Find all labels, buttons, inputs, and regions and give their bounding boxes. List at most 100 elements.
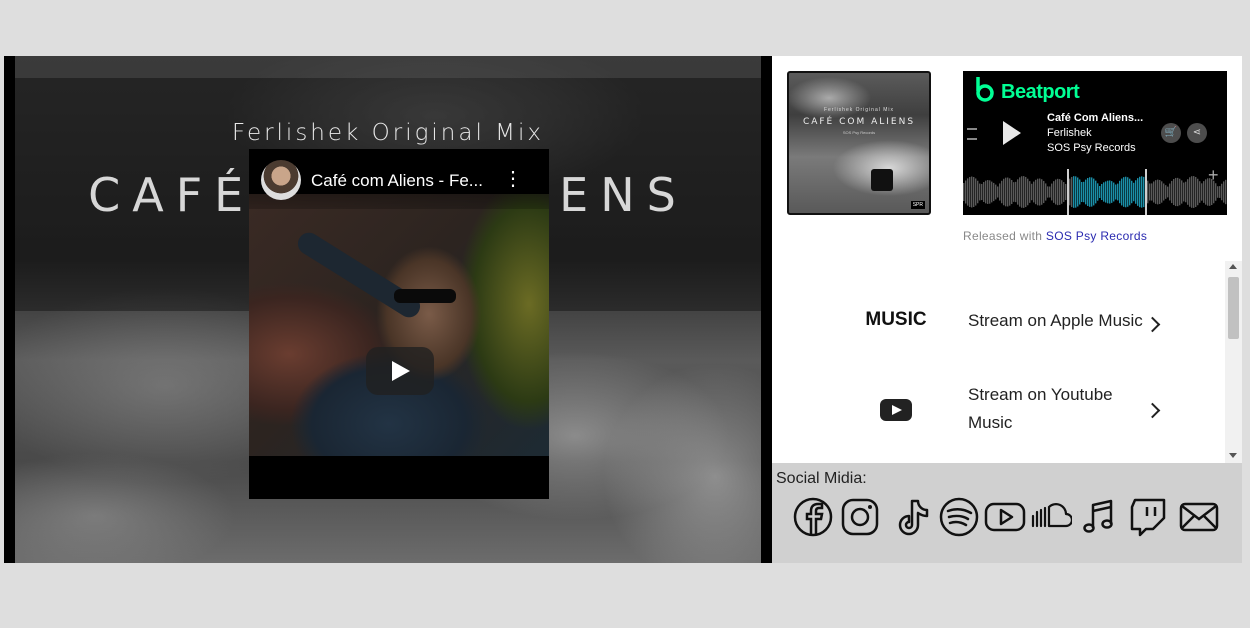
chevron-right-icon[interactable] <box>1144 402 1161 419</box>
waveform-bar <box>1221 183 1223 201</box>
waveform-bar <box>963 183 965 201</box>
waveform-bar <box>1081 181 1083 203</box>
social-media-bar: Social Midia: <box>772 463 1242 563</box>
twitch-icon[interactable] <box>1127 496 1169 538</box>
waveform-bar <box>1143 176 1145 208</box>
waveform-bar <box>991 181 993 203</box>
waveform-bar <box>1207 178 1209 206</box>
scroll-up-arrow[interactable] <box>1229 264 1237 269</box>
waveform-bar <box>1133 182 1135 202</box>
waveform-bar <box>1129 178 1131 206</box>
beatport-artist[interactable]: Ferlishek <box>1047 127 1092 139</box>
waveform-bar <box>1165 185 1167 199</box>
waveform-bar <box>1019 177 1021 207</box>
waveform-bar <box>1181 180 1183 204</box>
waveform-bar <box>1089 177 1091 207</box>
beatport-track-title[interactable]: Café Com Aliens... <box>1047 112 1143 124</box>
youtube-icon[interactable] <box>984 496 1026 538</box>
waveform-bar <box>989 180 991 204</box>
waveform-bar <box>1047 186 1049 198</box>
waveform-bar <box>1035 179 1037 205</box>
spotify-icon[interactable] <box>938 496 980 538</box>
album-cover[interactable]: Ferlishek Original Mix CAFÉ COM ALIENS S… <box>787 71 931 215</box>
waveform-bar <box>1199 181 1201 203</box>
share-icon[interactable]: ⋖ <box>1187 123 1207 143</box>
waveform-bar <box>1161 181 1163 203</box>
playlist-icon[interactable] <box>967 128 977 140</box>
youtube-play-button[interactable] <box>366 347 434 395</box>
waveform-bar <box>985 180 987 204</box>
waveform-bar <box>977 180 979 204</box>
waveform-bar <box>1141 176 1143 208</box>
beatport-waveform[interactable] <box>963 169 1227 215</box>
waveform-bar <box>971 176 973 208</box>
more-vert-icon[interactable]: ⋮ <box>503 169 523 191</box>
youtube-video-title[interactable]: Café com Aliens - Fe... <box>311 171 501 191</box>
waveform-bar <box>1039 178 1041 206</box>
stream-youtube-music[interactable]: Stream on Youtube Music <box>772 381 1224 461</box>
waveform-bar <box>1113 182 1115 202</box>
released-with: Released with SOS Psy Records <box>963 229 1147 243</box>
youtube-icon <box>880 399 912 421</box>
beatport-brand[interactable]: Beatport <box>1001 81 1080 104</box>
waveform-bar <box>967 178 969 206</box>
channel-avatar[interactable] <box>261 160 301 200</box>
waveform-bar <box>1093 178 1095 206</box>
waveform-bar <box>1077 177 1079 207</box>
waveform-bar <box>1051 183 1053 201</box>
tiktok-icon[interactable] <box>890 496 932 538</box>
waveform-bar <box>1203 181 1205 203</box>
chevron-right-icon[interactable] <box>1144 316 1161 333</box>
streaming-scrollbar[interactable] <box>1225 261 1242 463</box>
waveform-bar <box>979 183 981 201</box>
beatport-label[interactable]: SOS Psy Records <box>1047 142 1136 154</box>
youtube-embed[interactable]: Café com Aliens - Fe... ⋮ <box>249 149 549 499</box>
waveform-bar <box>1021 176 1023 208</box>
waveform-bar <box>1011 179 1013 205</box>
mail-icon[interactable] <box>1178 496 1220 538</box>
apple-music-logo: MUSIC <box>856 309 936 331</box>
beatport-play-button[interactable] <box>1003 121 1021 145</box>
hero-top-strip <box>15 56 761 78</box>
waveform-bar <box>1117 183 1119 201</box>
youtube-header: Café com Aliens - Fe... ⋮ <box>249 149 549 209</box>
scroll-thumb[interactable] <box>1228 277 1239 339</box>
soundcloud-icon[interactable] <box>1030 496 1074 538</box>
waveform-bar <box>1105 181 1107 203</box>
music-note-icon[interactable] <box>1078 496 1120 538</box>
instagram-icon[interactable] <box>839 496 881 538</box>
cover-badge: SPR <box>910 201 925 209</box>
waveform-bar <box>997 186 999 198</box>
waveform-bar <box>973 177 975 207</box>
facebook-icon[interactable] <box>792 496 834 538</box>
waveform-bar <box>1073 176 1075 208</box>
scroll-down-arrow[interactable] <box>1229 453 1237 458</box>
waveform-bar <box>1109 180 1111 204</box>
record-label-link[interactable]: SOS Psy Records <box>1046 229 1147 243</box>
waveform-bar <box>1111 181 1113 203</box>
waveform-bar <box>1103 182 1105 202</box>
youtube-music-logo <box>856 399 936 426</box>
waveform-bar <box>1185 181 1187 203</box>
youtube-video-thumbnail[interactable] <box>249 194 549 456</box>
stream-apple-music[interactable]: MUSIC Stream on Apple Music <box>772 281 1224 361</box>
waveform-bar <box>1201 183 1203 201</box>
stream-youtube-label[interactable]: Stream on Youtube Music <box>968 381 1113 437</box>
cover-subtitle: Ferlishek Original Mix <box>823 107 895 113</box>
stream-apple-label[interactable]: Stream on Apple Music <box>968 307 1143 335</box>
waveform-bar <box>1061 180 1063 204</box>
cart-icon[interactable]: 🛒 <box>1161 123 1181 143</box>
waveform-bar <box>1175 177 1177 207</box>
waveform-bar <box>1151 183 1153 201</box>
waveform-bar <box>1017 179 1019 205</box>
waveform-bar <box>1153 181 1155 203</box>
stream-youtube-line2: Music <box>968 413 1013 432</box>
waveform-bar <box>1025 176 1027 208</box>
waveform-bar <box>1179 178 1181 206</box>
waveform-bar <box>1055 179 1057 205</box>
waveform-bar <box>1037 178 1039 206</box>
waveform-bar <box>1007 177 1009 207</box>
thumbnail-arm <box>293 228 425 322</box>
waveform-bar <box>1101 183 1103 201</box>
waveform-bar <box>1095 180 1097 204</box>
